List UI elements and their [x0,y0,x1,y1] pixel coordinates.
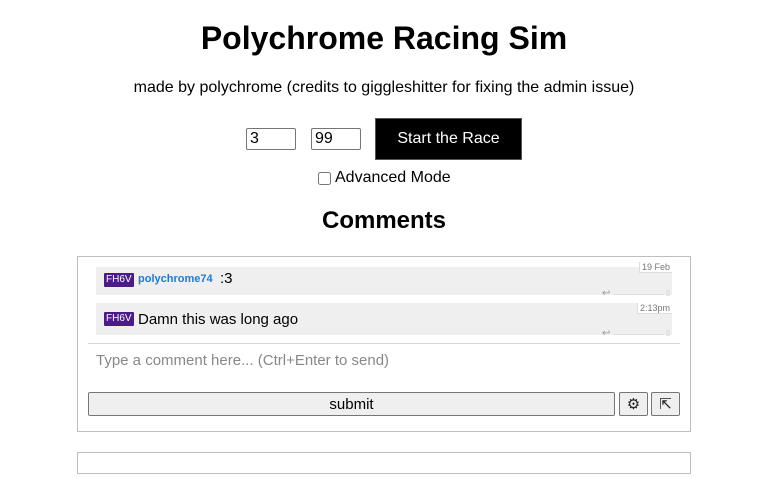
advanced-mode-checkbox[interactable] [318,171,331,185]
reply-icon[interactable]: ↩ [602,328,610,339]
reply-divider [614,334,664,335]
comments-widget: FH6V polychrome74 :3 19 Feb ↩ ▯ FH6V Dam… [77,256,691,432]
reply-divider [614,294,664,295]
gear-icon[interactable]: ⚙ [619,392,648,416]
page-title: Polychrome Racing Sim [200,20,568,56]
comment-item: FH6V polychrome74 :3 19 Feb ↩ ▯ [96,262,672,299]
flag-icon[interactable]: ▯ [666,329,670,337]
comment-timestamp: 19 Feb [638,262,672,273]
start-race-button[interactable]: Start the Race [375,118,522,160]
comment-username[interactable]: polychrome74 [138,272,213,286]
submit-comment-button[interactable]: submit [88,392,615,416]
comment-text: Damn this was long ago [138,311,299,328]
reply-icon[interactable]: ↩ [602,288,610,299]
comments-divider [88,343,680,344]
user-tag-badge: FH6V [104,273,134,287]
popout-icon[interactable]: ⇱ [651,392,680,416]
advanced-mode-label: Advanced Mode [335,169,451,186]
comment-item: FH6V Damn this was long ago 2:13pm ↩ ▯ [96,303,672,339]
user-tag-badge: FH6V [104,312,134,326]
advanced-mode-toggle[interactable]: Advanced Mode [317,169,451,187]
page-subtitle: made by polychrome (credits to giggleshi… [133,79,635,96]
flag-icon[interactable]: ▯ [666,289,670,297]
comment-timestamp: 2:13pm [636,303,672,314]
comments-heading: Comments [321,207,447,234]
comment-text: :3 [220,270,233,287]
bottom-panel [77,452,691,474]
racer-count-input[interactable] [246,128,296,150]
speed-input[interactable] [311,128,361,150]
comment-input[interactable] [88,345,680,375]
